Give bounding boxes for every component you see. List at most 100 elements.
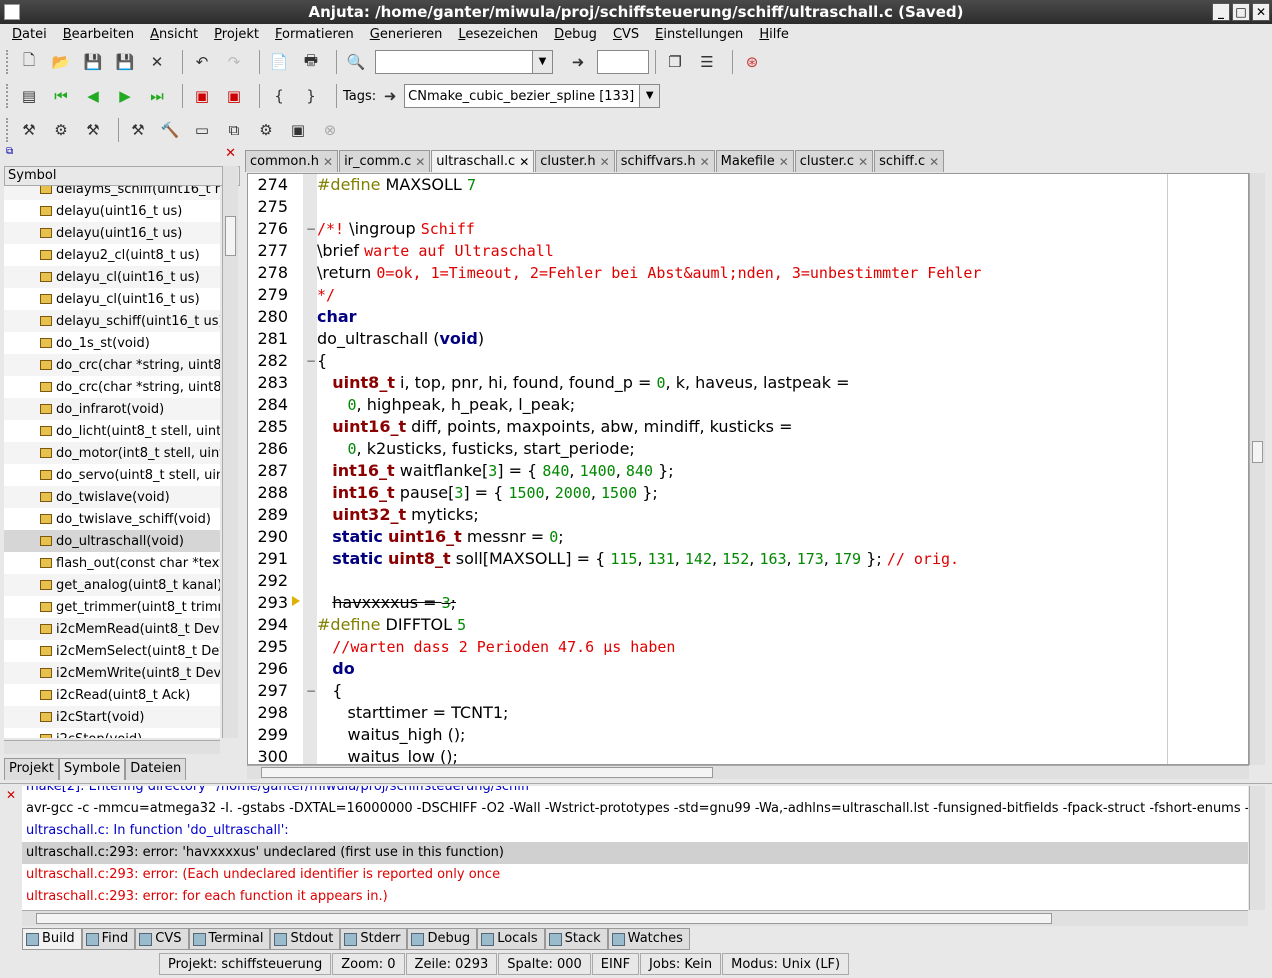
- symbol-hscrollbar[interactable]: [4, 740, 220, 754]
- compile-icon[interactable]: ⚒: [16, 117, 42, 143]
- editor-tab[interactable]: schiffvars.h ✕: [615, 150, 715, 172]
- fold-marker-icon[interactable]: −: [306, 218, 316, 240]
- configure-icon[interactable]: ⚙: [48, 117, 74, 143]
- tags-value[interactable]: CNmake_cubic_bezier_spline [133]: [408, 89, 634, 104]
- build-all-icon[interactable]: ⚒: [125, 117, 151, 143]
- symbol-item[interactable]: delayu_cl(uint16_t us): [4, 266, 220, 288]
- editor-tab[interactable]: ultraschall.c ✕: [431, 150, 535, 172]
- help-lifebuoy-icon[interactable]: ⊛: [739, 49, 765, 75]
- symbol-item[interactable]: i2cStart(void): [4, 706, 220, 728]
- menu-generieren[interactable]: Generieren: [362, 24, 451, 45]
- menu-formatieren[interactable]: Formatieren: [267, 24, 362, 45]
- next-message-icon[interactable]: ▣: [221, 83, 247, 109]
- close-tab-icon[interactable]: ✕: [929, 152, 939, 172]
- symbol-item[interactable]: do_servo(uint8_t stell, uin: [4, 464, 220, 486]
- fold-marker-icon[interactable]: −: [306, 350, 316, 372]
- build-message[interactable]: ultraschall.c: In function 'do_ultrascha…: [22, 820, 1248, 842]
- message-tab-find[interactable]: Find: [81, 928, 136, 950]
- menu-einstellungen[interactable]: Einstellungen: [647, 24, 751, 45]
- minimize-button[interactable]: _: [1212, 3, 1230, 21]
- symbol-item[interactable]: do_crc(char *string, uint8_: [4, 354, 220, 376]
- close-tab-icon[interactable]: ✕: [519, 152, 529, 172]
- symbol-item[interactable]: i2cStop(void): [4, 728, 220, 738]
- maximize-button[interactable]: □: [1232, 3, 1250, 21]
- close-file-icon[interactable]: ✕: [144, 49, 170, 75]
- symbol-item[interactable]: do_infrarot(void): [4, 398, 220, 420]
- symbol-item[interactable]: i2cMemSelect(uint8_t Devi: [4, 640, 220, 662]
- symbol-item[interactable]: i2cRead(uint8_t Ack): [4, 684, 220, 706]
- message-tab-build[interactable]: Build: [22, 928, 82, 950]
- symbol-column-header[interactable]: Symbol: [4, 166, 240, 186]
- build-message[interactable]: ultraschall.c:293: error: 'havxxxxus' un…: [22, 842, 1248, 864]
- message-tab-stdout[interactable]: Stdout: [270, 928, 341, 950]
- tags-goto-icon[interactable]: ➜: [380, 83, 400, 109]
- close-tab-icon[interactable]: ✕: [600, 152, 610, 172]
- menu-cvs[interactable]: CVS: [605, 24, 647, 45]
- chevron-down-icon[interactable]: ▼: [639, 85, 660, 107]
- close-tab-icon[interactable]: ✕: [323, 152, 333, 172]
- messages-vscrollbar[interactable]: [1249, 786, 1265, 910]
- goto-line-input[interactable]: [597, 50, 649, 74]
- build-message[interactable]: ultraschall.c:293: error: (Each undeclar…: [22, 864, 1248, 886]
- message-tab-locals[interactable]: Locals: [477, 928, 545, 950]
- bookmark-toggle-icon[interactable]: ▤: [16, 83, 42, 109]
- editor-vscrollbar[interactable]: [1249, 173, 1265, 765]
- reload-file-icon[interactable]: 📄: [266, 49, 292, 75]
- undo-icon[interactable]: ↶: [189, 49, 215, 75]
- close-panel-icon[interactable]: ✕: [225, 146, 236, 161]
- menu-bearbeiten[interactable]: Bearbeiten: [55, 24, 142, 45]
- hammer-icon[interactable]: 🔨: [157, 117, 183, 143]
- save-all-icon[interactable]: 💾: [112, 49, 138, 75]
- fold-marker-icon[interactable]: −: [306, 680, 316, 702]
- search-combo[interactable]: ▼: [375, 50, 553, 74]
- message-tab-cvs[interactable]: CVS: [135, 928, 189, 950]
- prev-message-icon[interactable]: ▣: [189, 83, 215, 109]
- tags-combo[interactable]: CNmake_cubic_bezier_spline [133] ▼: [404, 84, 661, 108]
- chevron-down-icon[interactable]: ▼: [532, 51, 552, 73]
- terminal-icon[interactable]: ▣: [285, 117, 311, 143]
- symbol-item[interactable]: i2cMemRead(uint8_t Devic: [4, 618, 220, 640]
- editor-tab[interactable]: cluster.h ✕: [535, 150, 615, 172]
- scroll-thumb[interactable]: [36, 913, 1052, 924]
- debug-icon[interactable]: ⧉: [221, 117, 247, 143]
- editor-tab[interactable]: ir_comm.c ✕: [339, 150, 431, 172]
- message-tab-stderr[interactable]: Stderr: [340, 928, 408, 950]
- symbol-item[interactable]: delayu_schiff(uint16_t us): [4, 310, 220, 332]
- save-icon[interactable]: 💾: [80, 49, 106, 75]
- close-tab-icon[interactable]: ✕: [858, 152, 868, 172]
- menu-datei[interactable]: Datei: [4, 24, 55, 45]
- symbol-item[interactable]: delayms_schiff(uint16_t ms: [4, 186, 220, 200]
- editor-tab[interactable]: common.h ✕: [245, 150, 339, 172]
- symbol-item[interactable]: delayu(uint16_t us): [4, 222, 220, 244]
- editor-tab[interactable]: Makefile ✕: [715, 150, 794, 172]
- gear-icon[interactable]: ⚙: [253, 117, 279, 143]
- symbol-item[interactable]: do_twislave(void): [4, 486, 220, 508]
- close-messages-icon[interactable]: ✕: [6, 788, 16, 802]
- last-bookmark-icon[interactable]: ⏭: [144, 83, 170, 109]
- preferences-icon[interactable]: ☰: [694, 49, 720, 75]
- editor-tab[interactable]: cluster.c ✕: [794, 150, 874, 172]
- tab-projekt[interactable]: Projekt: [4, 758, 59, 780]
- build-message[interactable]: ultraschall.c:293: error: for each funct…: [22, 886, 1248, 908]
- build-message[interactable]: avr-gcc -c -mmcu=atmega32 -I. -gstabs -D…: [22, 798, 1248, 820]
- symbol-item[interactable]: do_twislave_schiff(void): [4, 508, 220, 530]
- close-window-button[interactable]: ✕: [1252, 3, 1270, 21]
- dock-icon[interactable]: ⧉: [6, 146, 13, 157]
- message-tab-debug[interactable]: Debug: [407, 928, 478, 950]
- close-tab-icon[interactable]: ✕: [779, 152, 789, 172]
- editor-tab[interactable]: schiff.c ✕: [874, 150, 945, 172]
- build-message[interactable]: make[2]: Entering directory `/home/gante…: [22, 786, 1248, 798]
- symbol-item[interactable]: do_motor(int8_t stell, uint: [4, 442, 220, 464]
- tab-symbole[interactable]: Symbole: [58, 758, 126, 780]
- symbol-scrollbar[interactable]: [222, 166, 238, 738]
- message-tab-watches[interactable]: Watches: [607, 928, 690, 950]
- code-area[interactable]: #define MAXSOLL 7 /*! \ingroup Schiff \b…: [317, 174, 1248, 764]
- redo-icon[interactable]: ↷: [221, 49, 247, 75]
- symbol-item[interactable]: delayu2_cl(uint8_t us): [4, 244, 220, 266]
- toolbar-grip[interactable]: [6, 84, 10, 108]
- symbol-item[interactable]: do_ultraschall(void): [4, 530, 220, 552]
- tab-dateien[interactable]: Dateien: [125, 758, 187, 780]
- menu-lesezeichen[interactable]: Lesezeichen: [450, 24, 546, 45]
- next-bookmark-icon[interactable]: ▶: [112, 83, 138, 109]
- menu-hilfe[interactable]: Hilfe: [751, 24, 797, 45]
